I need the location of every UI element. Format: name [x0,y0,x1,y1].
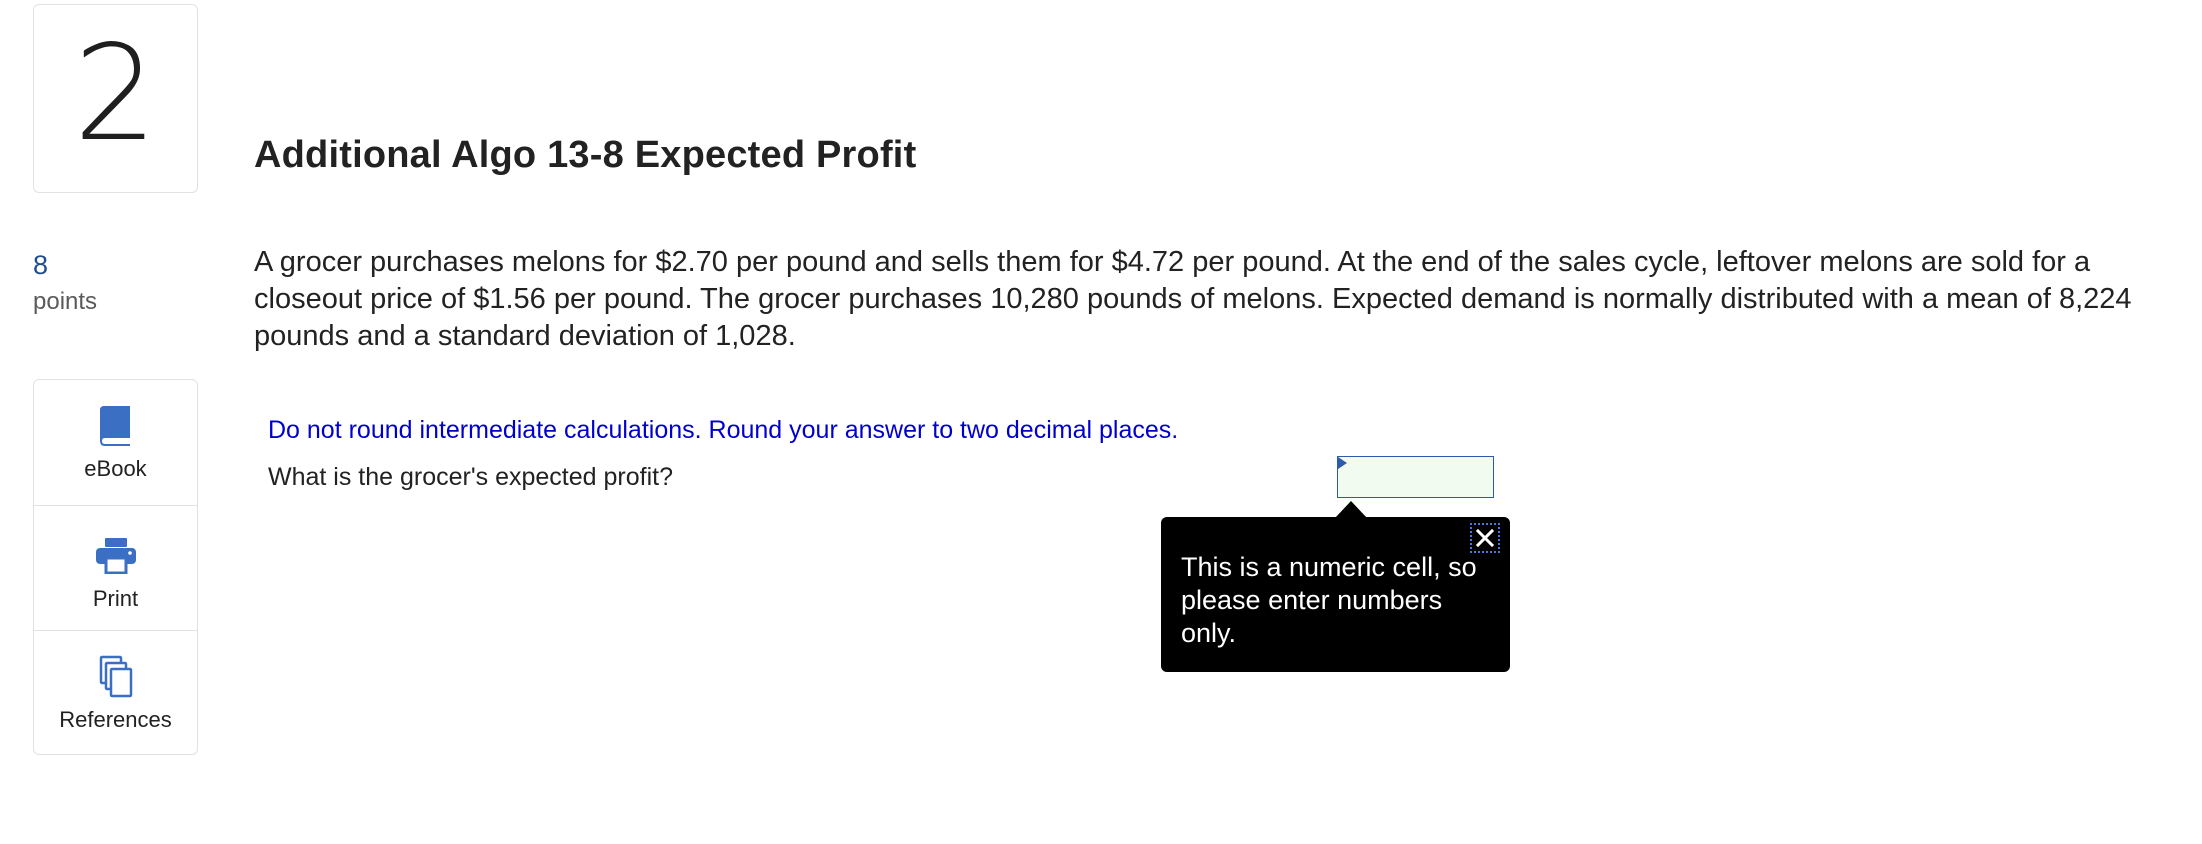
question-ask: What is the grocer's expected profit? [268,463,673,491]
book-icon [96,404,136,448]
print-label: Print [92,586,139,611]
question-title: Additional Algo 13-8 Expected Profit [254,134,917,176]
question-prompt: A grocer purchases melons for $2.70 per … [254,246,2132,352]
tooltip-arrow [1335,501,1367,518]
ebook-button[interactable]: eBook [34,380,197,504]
tooltip-text: This is a numeric cell, so please enter … [1181,552,1477,648]
question-number: 2 [73,16,158,171]
ebook-label: eBook [84,456,147,481]
question-number-card: 2 [33,4,198,193]
numeric-cell-tooltip: This is a numeric cell, so please enter … [1161,517,1510,672]
expected-profit-input[interactable] [1338,457,1493,497]
instruction-text: Do not round intermediate calculations. … [268,416,1179,444]
documents-icon [96,655,136,699]
tools-sidebar: eBook Print References [33,379,198,755]
points-value: 8 [33,250,49,280]
points-label: points [33,288,98,315]
references-label: References [59,707,172,732]
close-icon[interactable] [1470,523,1500,553]
references-button[interactable]: References [34,630,197,755]
question-page: 2 8 points eBook Print References Additi… [0,0,2202,844]
expected-profit-input-cell[interactable] [1337,456,1494,498]
cell-flag-icon [1338,457,1347,469]
printer-icon [94,534,138,578]
print-button[interactable]: Print [34,505,197,630]
